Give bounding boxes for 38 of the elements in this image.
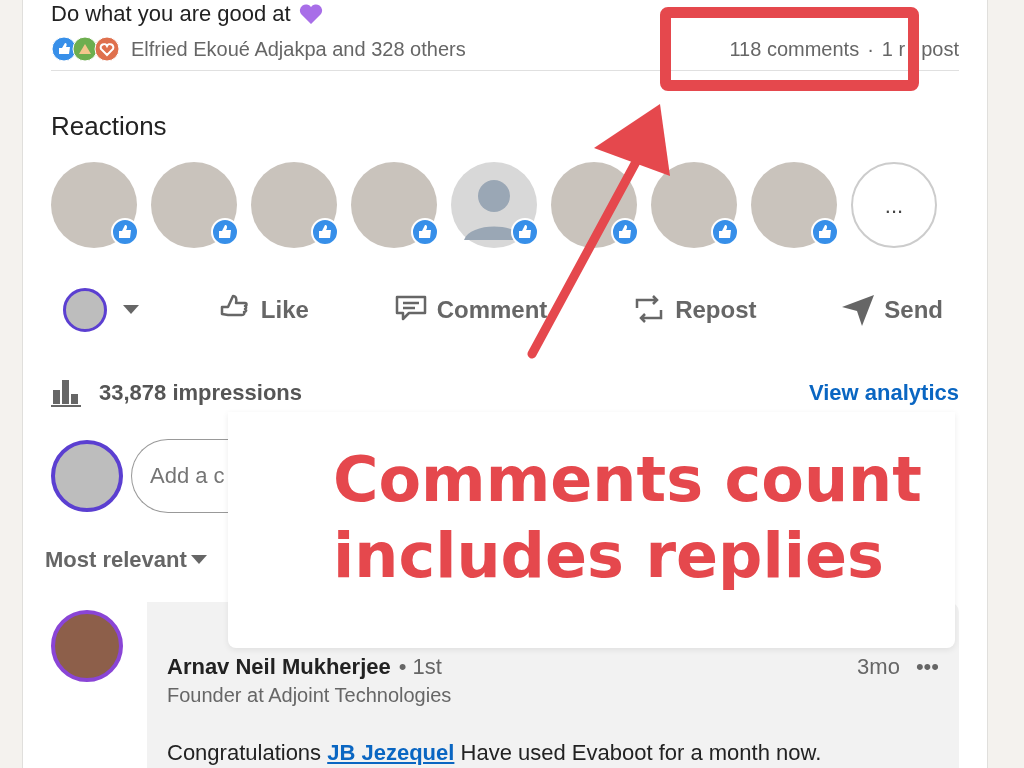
mention-link[interactable]: JB Jezequel <box>327 740 455 766</box>
like-badge-icon <box>611 218 639 246</box>
caret-icon[interactable] <box>123 305 139 315</box>
comment-time: 3mo <box>857 654 900 681</box>
caret-icon <box>190 554 207 565</box>
comment-input-field[interactable]: Add a c <box>131 439 228 513</box>
commenter-name[interactable]: Arnav Neil Mukherjee <box>167 654 391 681</box>
impressions-count: 33,878 impressions <box>99 379 302 407</box>
separator-dot: · <box>867 36 874 62</box>
repost-button[interactable]: Repost <box>625 291 763 329</box>
more-options-button[interactable]: ••• <box>915 654 939 681</box>
like-badge-icon <box>711 218 739 246</box>
paper-plane-icon <box>840 292 877 328</box>
reactions-summary-link[interactable]: Elfried Ekoué Adjakpa and 328 others <box>131 33 466 64</box>
more-reactions-button[interactable]: ... <box>851 162 937 248</box>
heart-icon <box>298 3 323 25</box>
like-badge-icon <box>111 218 139 246</box>
post-text: Do what you are good at <box>51 1 291 27</box>
commenter-headline: Founder at Adjoint Technologies <box>167 683 453 709</box>
user-avatar[interactable] <box>63 288 107 332</box>
like-badge-icon <box>311 218 339 246</box>
like-badge-icon <box>511 218 539 246</box>
like-button[interactable]: Like <box>210 291 315 329</box>
sort-dropdown[interactable]: Most relevant <box>45 543 207 576</box>
view-analytics-link[interactable]: View analytics <box>809 376 959 409</box>
reactions-title: Reactions <box>51 110 168 143</box>
send-button[interactable]: Send <box>834 291 949 329</box>
like-badge-icon <box>211 218 239 246</box>
comment-text: Congratulations JB Jezequel Have used Evaboot for a month now. <box>167 739 823 768</box>
like-badge-icon <box>811 218 839 246</box>
comment-button[interactable]: Comment <box>386 291 554 329</box>
comments-count-link[interactable]: 118 comments <box>729 33 860 64</box>
annotation-text: Comments count includes replies <box>333 442 923 594</box>
like-badge-icon <box>411 218 439 246</box>
connection-degree: • 1st <box>398 654 442 681</box>
reposts-link[interactable]: 1 r <box>881 33 906 64</box>
reposts-text: post <box>921 36 959 62</box>
bar-chart-icon <box>51 377 83 408</box>
